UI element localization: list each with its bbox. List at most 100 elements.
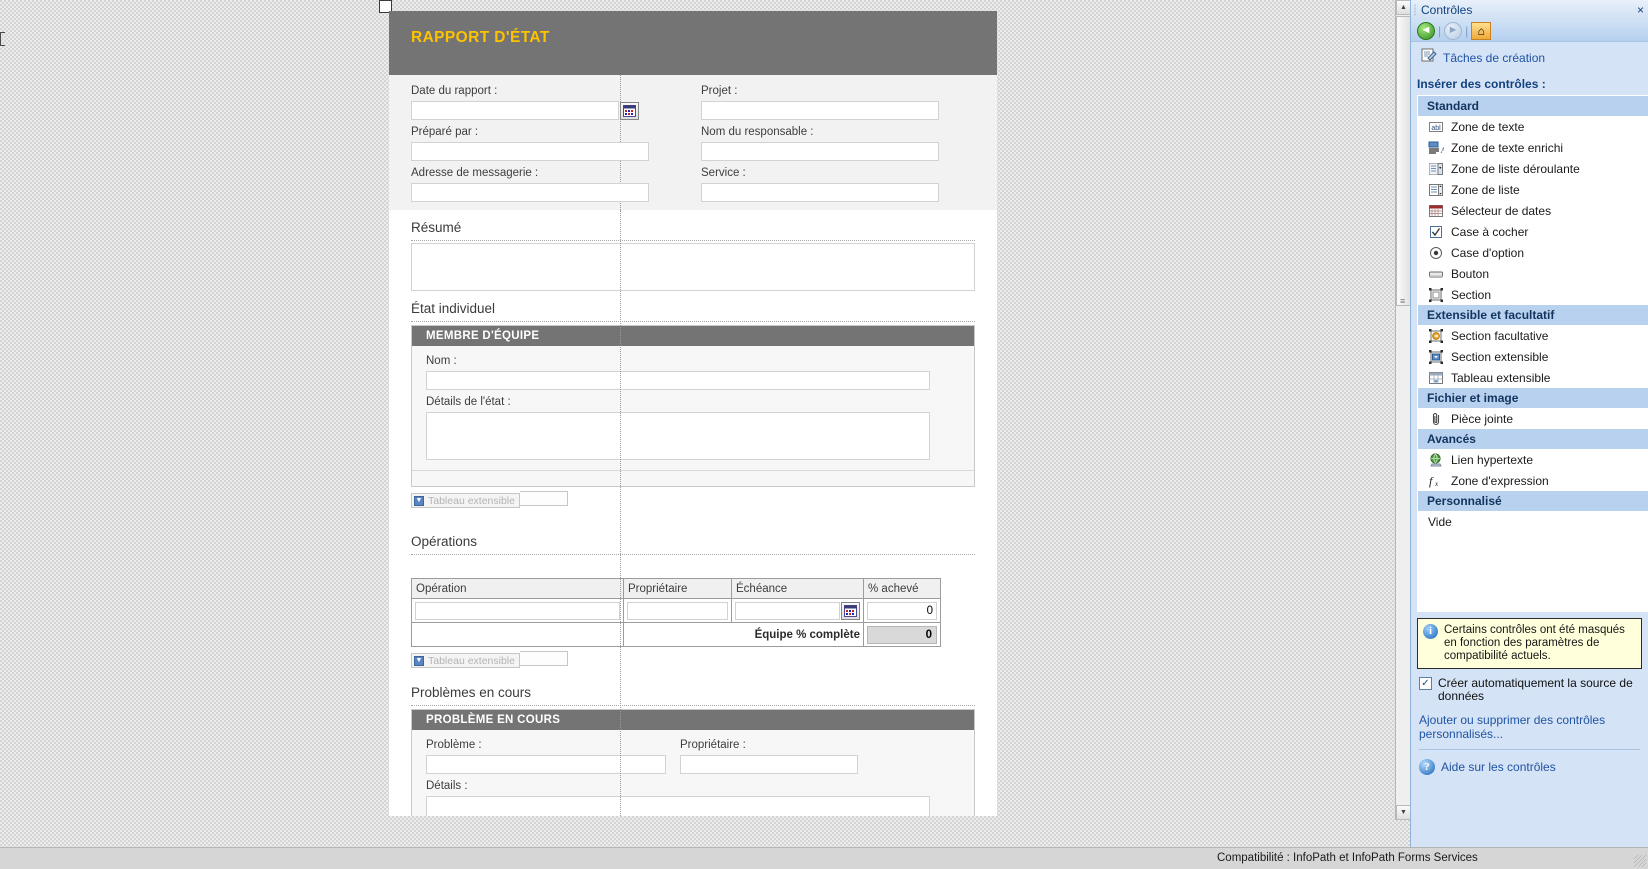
svg-text:A: A xyxy=(1441,146,1445,155)
svg-text:abl: abl xyxy=(1431,125,1441,132)
col-due: Échéance xyxy=(732,579,864,599)
control-label: Zone d'expression xyxy=(1451,474,1549,488)
problem-label: Problème : xyxy=(426,738,666,755)
drag-grip-icon[interactable] xyxy=(1414,4,1416,16)
auto-create-datasource-row[interactable]: ✓ Créer automatiquement la source de don… xyxy=(1411,669,1648,703)
col-operation: Opération xyxy=(412,579,624,599)
issue-owner-input[interactable] xyxy=(680,755,858,774)
status-details-textarea[interactable] xyxy=(426,412,930,460)
total-cell: 0 xyxy=(864,623,941,647)
control-item-textbox[interactable]: abl Zone de texte xyxy=(1418,116,1648,137)
control-item-repeating-table[interactable]: Tableau extensible xyxy=(1418,367,1648,388)
compatibility-note-text: Certains contrôles ont été masqués en fo… xyxy=(1444,624,1636,663)
control-item-radio[interactable]: Case d'option xyxy=(1418,242,1648,263)
control-item-checkbox[interactable]: Case à cocher xyxy=(1418,221,1648,242)
cell-owner[interactable] xyxy=(624,599,732,623)
back-icon[interactable]: ◄ xyxy=(1417,22,1435,40)
custom-empty-label: Vide xyxy=(1418,511,1648,611)
repeating-table-tag-status[interactable]: ▼ Tableau extensible xyxy=(411,493,520,508)
manager-input[interactable] xyxy=(701,142,939,161)
control-label: Section extensible xyxy=(1451,350,1548,364)
prepared-by-label: Préparé par : xyxy=(411,125,649,142)
total-value: 0 xyxy=(867,626,937,644)
repeating-table-tag-operations[interactable]: ▼ Tableau extensible xyxy=(411,653,520,668)
member-name-input[interactable] xyxy=(426,371,930,390)
cell-percent[interactable]: 0 xyxy=(864,599,941,623)
form-body: Résumé État individuel MEMBRE D'ÉQUIPE N… xyxy=(389,210,997,816)
design-tasks-row[interactable]: Tâches de création xyxy=(1411,42,1648,73)
calendar-icon[interactable] xyxy=(620,102,639,120)
control-item-richtext[interactable]: A Zone de texte enrichi xyxy=(1418,137,1648,158)
auto-create-checkbox[interactable]: ✓ xyxy=(1419,677,1432,690)
issue-details-textarea[interactable] xyxy=(426,796,930,816)
control-item-attachment[interactable]: Pièce jointe xyxy=(1418,408,1648,429)
repeating-table-tag-spacer xyxy=(520,651,568,666)
manager-label: Nom du responsable : xyxy=(701,125,939,142)
home-icon[interactable]: ⌂ xyxy=(1471,22,1491,40)
percent-input[interactable]: 0 xyxy=(867,602,937,620)
date-input[interactable] xyxy=(411,101,619,120)
service-input[interactable] xyxy=(701,183,939,202)
project-input[interactable] xyxy=(701,101,939,120)
operation-input[interactable] xyxy=(415,602,620,620)
operations-divider xyxy=(411,554,975,555)
email-input[interactable] xyxy=(411,183,649,202)
textbox-icon: abl xyxy=(1428,119,1444,135)
calendar-icon[interactable] xyxy=(841,602,860,620)
scroll-up-icon[interactable]: ▲ xyxy=(1396,0,1411,15)
scrollbar-thumb[interactable] xyxy=(1396,16,1411,306)
owner-input[interactable] xyxy=(627,602,728,620)
form-design-surface[interactable]: RAPPORT D'ÉTAT Date du rapport : xyxy=(389,11,997,816)
help-row[interactable]: ? Aide sur les contrôles xyxy=(1411,750,1648,781)
control-item-section[interactable]: Section xyxy=(1418,284,1648,305)
help-link[interactable]: Aide sur les contrôles xyxy=(1441,760,1556,774)
summary-textarea[interactable] xyxy=(411,243,975,291)
nav-separator-1: | xyxy=(1438,24,1441,38)
help-icon: ? xyxy=(1419,759,1435,775)
due-date-input[interactable] xyxy=(735,602,840,620)
scroll-down-icon[interactable]: ▼ xyxy=(1396,805,1411,820)
control-label: Case à cocher xyxy=(1451,225,1528,239)
hyperlink-icon xyxy=(1428,452,1444,468)
control-label: Zone de liste xyxy=(1451,183,1520,197)
team-member-band: MEMBRE D'ÉQUIPE xyxy=(412,326,974,346)
dropdown-icon xyxy=(1428,161,1444,177)
compatibility-status: Compatibilité : InfoPath et InfoPath For… xyxy=(1217,852,1478,864)
prepared-by-input[interactable] xyxy=(411,142,649,161)
group-header-standard: Standard xyxy=(1418,96,1648,116)
forward-icon[interactable]: ► xyxy=(1444,22,1462,40)
control-item-hyperlink[interactable]: Lien hypertexte xyxy=(1418,449,1648,470)
group-header-extensible: Extensible et facultatif xyxy=(1418,305,1648,325)
infopath-designer-window: RAPPORT D'ÉTAT Date du rapport : xyxy=(0,0,1648,869)
resize-grip-icon[interactable] xyxy=(1634,855,1646,867)
radio-icon xyxy=(1428,245,1444,261)
team-member-section[interactable]: MEMBRE D'ÉQUIPE Nom : Détails de l'état … xyxy=(411,325,975,487)
control-label: Section facultative xyxy=(1451,329,1548,343)
control-item-button[interactable]: Bouton xyxy=(1418,263,1648,284)
control-item-listbox[interactable]: Zone de liste xyxy=(1418,179,1648,200)
control-item-repeating-section[interactable]: Section extensible xyxy=(1418,346,1648,367)
design-surface-scrollbar[interactable]: ▲ ≡ ▼ xyxy=(1395,0,1410,820)
operations-table[interactable]: Opération Propriétaire Échéance % achevé xyxy=(411,578,941,647)
table-row[interactable]: 0 xyxy=(412,599,941,623)
col-owner: Propriétaire xyxy=(624,579,732,599)
nav-separator-2: | xyxy=(1465,24,1468,38)
problem-input[interactable] xyxy=(426,755,666,774)
close-icon[interactable]: × xyxy=(1637,3,1644,17)
operations-total-row: Équipe % complète 0 xyxy=(412,623,941,647)
cell-operation[interactable] xyxy=(412,599,624,623)
control-item-optional-section[interactable]: Section facultative xyxy=(1418,325,1648,346)
issue-owner-label: Propriétaire : xyxy=(680,738,858,755)
project-label: Projet : xyxy=(701,84,939,101)
control-item-expression[interactable]: f x Zone d'expression xyxy=(1418,470,1648,491)
custom-controls-link[interactable]: Ajouter ou supprimer des contrôles perso… xyxy=(1411,703,1648,741)
design-tasks-link[interactable]: Tâches de création xyxy=(1443,51,1545,65)
issue-section[interactable]: PROBLÈME EN COURS Problème : Propriétair… xyxy=(411,709,975,816)
control-item-dropdown[interactable]: Zone de liste déroulante xyxy=(1418,158,1648,179)
controls-task-pane: Contrôles × ◄ | ► | ⌂ Tâches de création xyxy=(1410,0,1648,847)
control-item-datepicker[interactable]: Sélecteur de dates xyxy=(1418,200,1648,221)
compatibility-note: i Certains contrôles ont été masqués en … xyxy=(1417,618,1642,669)
cell-due[interactable] xyxy=(732,599,864,623)
repeating-table-tag-spacer xyxy=(520,491,568,506)
auto-create-label: Créer automatiquement la source de donné… xyxy=(1438,677,1644,703)
